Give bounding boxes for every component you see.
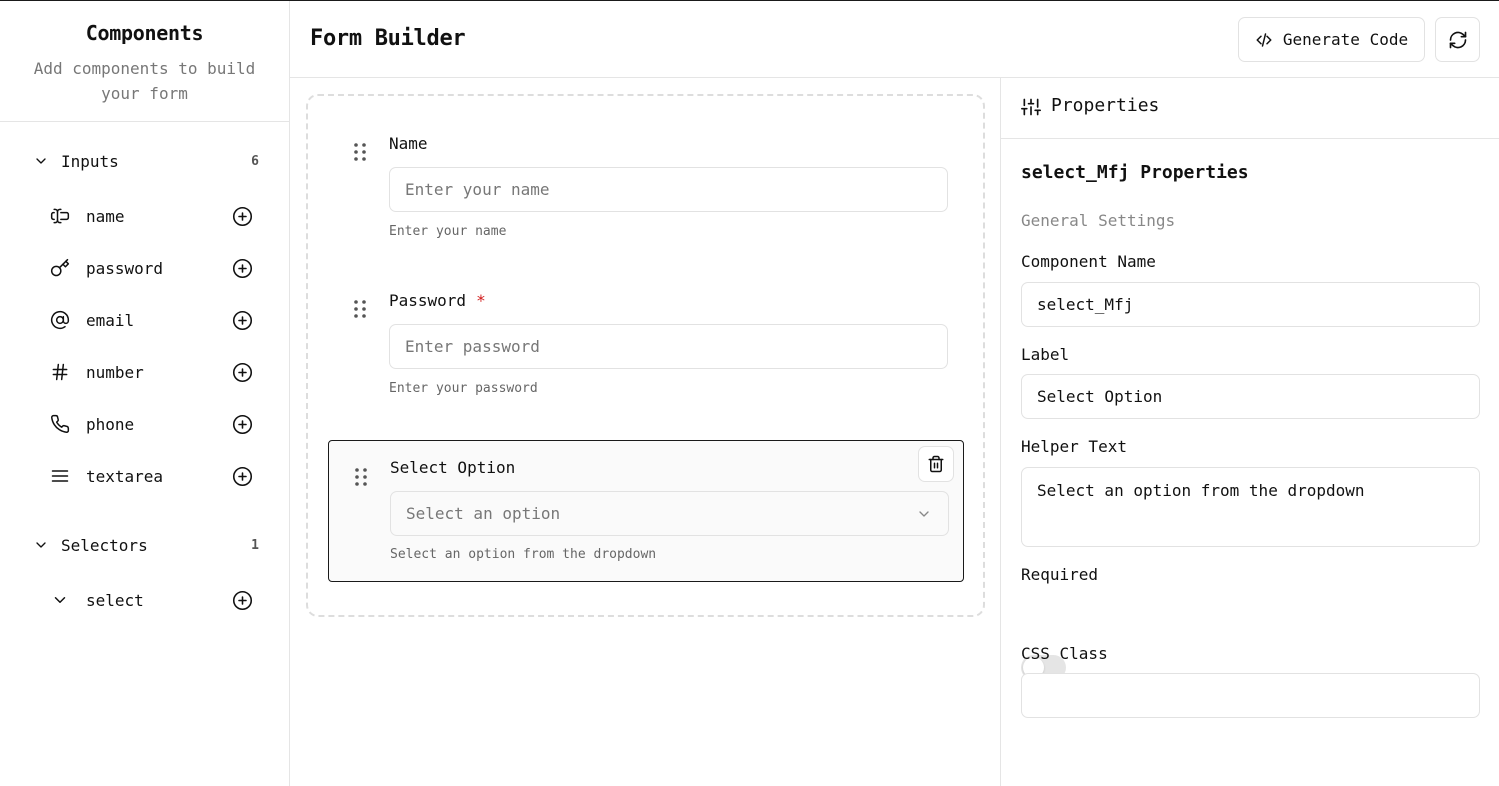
select-dropdown[interactable]: Select an option	[390, 491, 949, 536]
generate-code-button[interactable]: Generate Code	[1238, 17, 1425, 62]
component-name-label: Component Name	[1021, 252, 1156, 271]
chevron-down-icon	[36, 542, 46, 548]
properties-heading: select_Mfj Properties	[1021, 162, 1249, 183]
add-password-button[interactable]	[232, 258, 253, 279]
component-label: password	[86, 258, 164, 278]
sliders-icon	[1021, 98, 1041, 116]
component-item-password: password	[0, 246, 290, 290]
chevron-down-icon	[36, 158, 46, 164]
section-title: General Settings	[1021, 211, 1176, 230]
name-input[interactable]: Enter your name	[389, 167, 948, 212]
select-placeholder: Select an option	[406, 504, 561, 523]
component-item-textarea: textarea	[0, 454, 290, 498]
grip-vertical-icon[interactable]	[353, 299, 367, 319]
trash-icon	[928, 455, 944, 473]
label-label: Label	[1021, 345, 1070, 364]
css-class-input[interactable]	[1021, 673, 1480, 718]
component-item-select: select	[0, 578, 290, 622]
group-selectors-toggle[interactable]: Selectors 1	[0, 530, 290, 560]
form-canvas: Name Enter your name Enter your name Pas…	[306, 94, 985, 617]
refresh-button[interactable]	[1435, 17, 1480, 62]
component-label: select	[86, 590, 144, 610]
chevron-down-icon	[919, 511, 929, 517]
form-field-select[interactable]: Select Option Select an option Select an…	[328, 440, 964, 582]
key-icon	[50, 258, 70, 278]
component-item-email: email	[0, 298, 290, 342]
group-inputs-toggle[interactable]: Inputs 6	[0, 146, 290, 176]
component-item-name: name	[0, 194, 290, 238]
form-field-password[interactable]: Password * Enter password Enter your pass…	[328, 278, 964, 408]
component-item-phone: phone	[0, 402, 290, 446]
properties-title: Properties	[1051, 95, 1160, 116]
properties-panel: Properties select_Mfj Properties General…	[1000, 78, 1499, 786]
component-name-input[interactable]: select_Mfj	[1021, 282, 1480, 327]
code-icon	[1256, 32, 1272, 47]
field-label: Name	[389, 134, 428, 153]
css-class-label: CSS Class	[1021, 644, 1108, 663]
field-label: Select Option	[390, 458, 516, 477]
password-input[interactable]: Enter password	[389, 324, 948, 369]
grip-vertical-icon[interactable]	[354, 467, 368, 487]
sidebar-title: Components	[85, 21, 204, 45]
hash-icon	[50, 362, 70, 382]
form-field-name[interactable]: Name Enter your name Enter your name	[328, 122, 964, 252]
add-textarea-button[interactable]	[232, 466, 253, 487]
group-count: 1	[251, 537, 259, 553]
component-label: name	[86, 206, 125, 226]
components-sidebar: Components Add components to build your …	[0, 1, 290, 786]
refresh-icon	[1449, 31, 1466, 48]
sidebar-subtitle: Add components to build your form	[33, 59, 256, 103]
properties-header: Properties	[1001, 78, 1499, 139]
required-label: Required	[1021, 565, 1099, 584]
label-input[interactable]: Select Option	[1021, 374, 1480, 419]
delete-field-button[interactable]	[918, 446, 954, 482]
component-label: textarea	[86, 466, 164, 486]
grip-vertical-icon[interactable]	[353, 142, 367, 162]
top-bar: Form Builder Generate Code	[290, 1, 1499, 78]
field-helper-text: Enter your password	[389, 381, 538, 396]
chevron-down-icon	[50, 590, 70, 610]
helper-text-label: Helper Text	[1021, 437, 1127, 456]
add-select-button[interactable]	[232, 590, 253, 611]
align-justify-icon	[50, 466, 70, 486]
text-cursor-icon	[50, 206, 70, 226]
component-label: phone	[86, 414, 135, 434]
required-asterisk: *	[476, 291, 486, 310]
sidebar-header: Components Add components to build your …	[0, 1, 289, 122]
phone-icon	[50, 414, 70, 434]
page-title: Form Builder	[310, 26, 466, 51]
helper-text-textarea[interactable]: Select an option from the dropdown	[1021, 467, 1480, 547]
field-label-text: Password	[389, 291, 467, 310]
field-helper-text: Enter your name	[389, 224, 507, 239]
at-sign-icon	[50, 310, 70, 330]
generate-code-label: Generate Code	[1282, 30, 1409, 49]
group-label: Selectors	[61, 535, 148, 555]
add-number-button[interactable]	[232, 362, 253, 383]
add-name-button[interactable]	[232, 206, 253, 227]
field-label: Password *	[389, 291, 486, 310]
component-label: email	[86, 310, 135, 330]
field-helper-text: Select an option from the dropdown	[390, 547, 657, 562]
component-label: number	[86, 362, 144, 382]
component-item-number: number	[0, 350, 290, 394]
group-label: Inputs	[61, 151, 119, 171]
add-phone-button[interactable]	[232, 414, 253, 435]
group-count: 6	[251, 153, 259, 169]
add-email-button[interactable]	[232, 310, 253, 331]
